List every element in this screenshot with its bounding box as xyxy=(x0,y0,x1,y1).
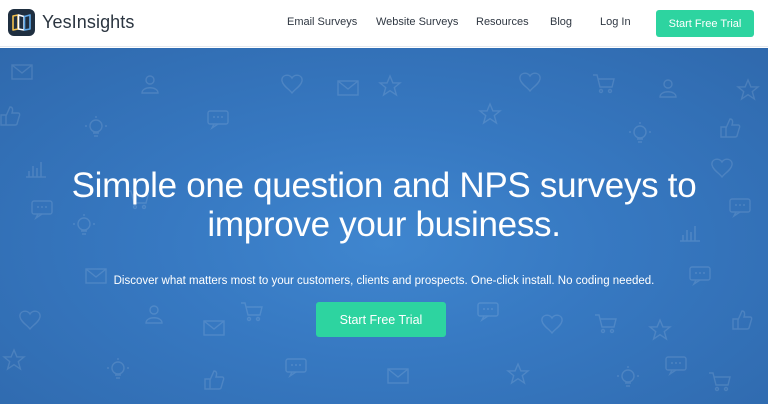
hero-title-line-2: improve your business. xyxy=(207,205,561,244)
top-navbar: YesInsights Email Surveys Website Survey… xyxy=(0,0,768,47)
nav-log-in[interactable]: Log In xyxy=(600,16,631,28)
brand-logo[interactable]: YesInsights xyxy=(8,8,135,36)
book-map-icon xyxy=(8,8,35,36)
nav-start-free-trial-button[interactable]: Start Free Trial xyxy=(656,10,754,37)
nav-email-surveys[interactable]: Email Surveys xyxy=(287,16,357,28)
nav-blog[interactable]: Blog xyxy=(550,16,572,28)
nav-resources[interactable]: Resources xyxy=(476,16,529,28)
hero-title-line-1: Simple one question and NPS surveys to xyxy=(71,166,697,205)
hero-section: Simple one question and NPS surveys to i… xyxy=(0,48,768,404)
nav-website-surveys[interactable]: Website Surveys xyxy=(376,16,458,28)
hero-start-free-trial-button[interactable]: Start Free Trial xyxy=(316,302,446,337)
brand-name: YesInsights xyxy=(42,11,135,32)
hero-title: Simple one question and NPS surveys to i… xyxy=(0,166,768,244)
hero-subtitle: Discover what matters most to your custo… xyxy=(113,275,655,287)
